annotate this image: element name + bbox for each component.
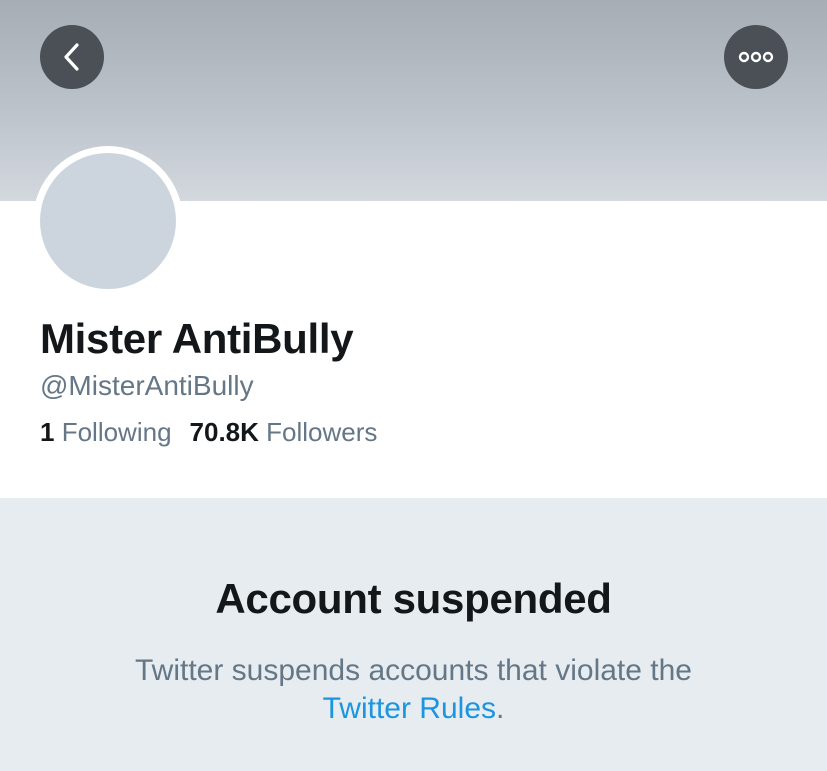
user-handle: @MisterAntiBully [40, 370, 254, 401]
follow-stats: 1 Following 70.8K Followers [40, 417, 377, 448]
followers-label: Followers [266, 417, 378, 447]
twitter-rules-link[interactable]: Twitter Rules [323, 692, 496, 725]
suspension-panel [0, 498, 827, 771]
avatar [40, 153, 176, 289]
suspension-message: Twitter suspends accounts that violate t… [60, 652, 767, 728]
followers-count: 70.8K [189, 417, 259, 447]
chevron-left-icon [64, 43, 79, 71]
followers-stat[interactable]: 70.8K Followers [190, 417, 378, 447]
suspension-title: Account suspended [215, 575, 612, 622]
suspension-message-trailing: . [496, 692, 505, 725]
display-name: Mister AntiBully [40, 315, 354, 362]
more-options-button[interactable] [724, 25, 788, 89]
suspension-message-text: Twitter suspends accounts that violate t… [135, 654, 692, 687]
following-stat[interactable]: 1 Following [40, 417, 172, 447]
back-button[interactable] [40, 25, 104, 89]
following-count: 1 [40, 417, 55, 447]
following-label: Following [61, 417, 172, 447]
ellipsis-horizontal-icon [738, 51, 774, 63]
